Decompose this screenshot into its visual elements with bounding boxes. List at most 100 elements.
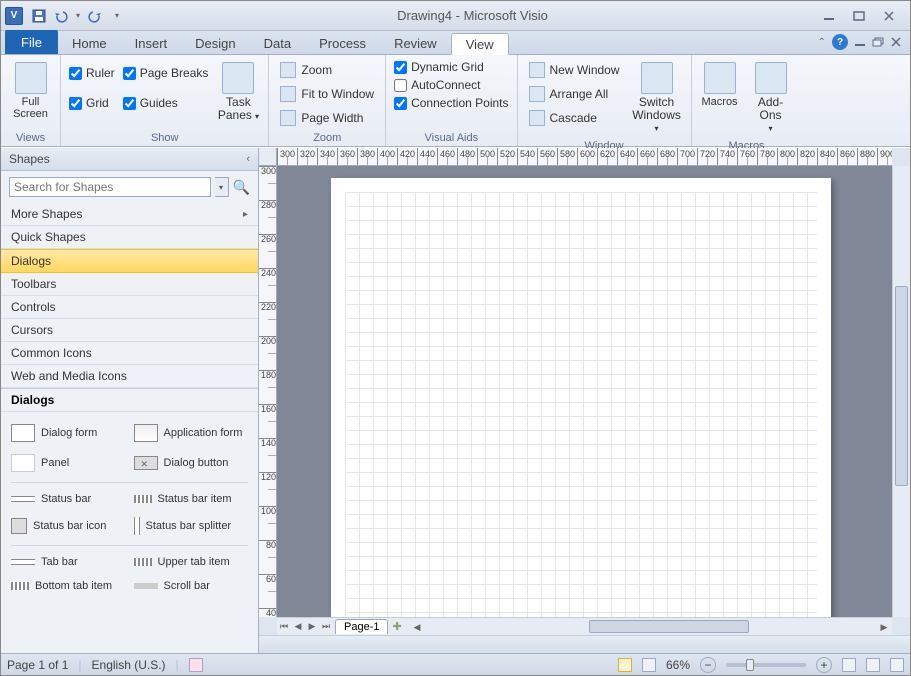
hscroll-left-icon[interactable]: ◀ (409, 618, 425, 636)
drawing-page[interactable] (331, 178, 831, 617)
stencil-more-shapes[interactable]: More Shapes (1, 203, 258, 226)
minimize-button[interactable] (818, 8, 840, 24)
ribbon-group-macros: Macros Add-Ons▾ Macros (692, 55, 802, 146)
stencil-common-icons[interactable]: Common Icons (1, 342, 258, 365)
stencil-cursors[interactable]: Cursors (1, 319, 258, 342)
shape-upper-tab-item[interactable]: Upper tab item (130, 550, 253, 574)
cascade-button[interactable]: Cascade (524, 107, 625, 129)
zoom-button[interactable]: Zoom (275, 59, 379, 81)
hscroll-right-icon[interactable]: ▶ (876, 618, 892, 636)
redo-icon[interactable] (85, 6, 105, 26)
task-panes-button[interactable]: Task Panes ▾ (214, 59, 262, 126)
vscroll-thumb[interactable] (895, 286, 908, 486)
dynamic-grid-checkbox[interactable]: Dynamic Grid (392, 59, 510, 75)
grid-checkbox[interactable]: Grid (67, 95, 117, 111)
shape-dialog-form[interactable]: Dialog form (7, 418, 130, 448)
shape-status-bar-splitter[interactable]: Status bar splitter (130, 511, 253, 541)
zoom-level[interactable]: 66% (666, 658, 690, 672)
horizontal-scrollbar[interactable]: ◀ ▶ (409, 617, 892, 635)
file-tab[interactable]: File (5, 30, 58, 54)
shape-dialog-button[interactable]: ✕Dialog button (130, 448, 253, 478)
stencil-dialogs[interactable]: Dialogs (1, 249, 258, 273)
help-icon[interactable]: ? (832, 34, 848, 50)
page-nav-first-icon[interactable]: ⏮ (277, 621, 291, 632)
macro-recorder-icon[interactable] (189, 658, 203, 672)
page-breaks-checkbox[interactable]: Page Breaks (121, 65, 211, 81)
qat-customize-icon[interactable]: ▾ (107, 6, 127, 26)
page-tab-1[interactable]: Page-1 (335, 619, 388, 634)
page-nav-next-icon[interactable]: ▶ (305, 621, 319, 632)
mdi-close-icon[interactable] (890, 37, 902, 47)
zoom-out-button[interactable]: − (700, 657, 716, 673)
autoconnect-checkbox[interactable]: AutoConnect (392, 77, 510, 93)
shape-status-bar-item[interactable]: Status bar item (130, 487, 253, 511)
arrange-all-icon (529, 86, 545, 102)
shape-status-bar-icon[interactable]: Status bar icon (7, 511, 130, 541)
drawing-surface[interactable] (277, 166, 892, 617)
tab-process[interactable]: Process (305, 32, 380, 54)
search-dropdown-icon[interactable]: ▾ (215, 177, 229, 197)
page-nav-last-icon[interactable]: ⏭ (319, 621, 333, 632)
shape-application-form[interactable]: Application form (130, 418, 253, 448)
vertical-ruler[interactable]: 300280260240220200180160140120100806040 (259, 166, 277, 617)
shapes-search-input[interactable] (9, 177, 211, 197)
mdi-restore-icon[interactable] (872, 37, 884, 47)
zoom-in-button[interactable]: + (816, 657, 832, 673)
zoom-slider-thumb[interactable] (746, 659, 754, 671)
pan-zoom-icon[interactable] (866, 658, 880, 672)
vertical-scrollbar[interactable] (892, 166, 910, 617)
undo-icon[interactable] (51, 6, 71, 26)
zoom-slider[interactable] (726, 663, 806, 667)
connection-points-checkbox[interactable]: Connection Points (392, 95, 510, 111)
canvas-area: 3003203403603804004204404604805005205405… (259, 148, 910, 653)
page-view-icon[interactable] (642, 658, 656, 672)
tab-review[interactable]: Review (380, 32, 451, 54)
macros-button[interactable]: Macros (698, 59, 742, 111)
full-screen-button[interactable]: Full Screen (7, 59, 54, 123)
page-width-button[interactable]: Page Width (275, 107, 379, 129)
save-icon[interactable] (29, 6, 49, 26)
fit-to-window-button[interactable]: Fit to Window (275, 83, 379, 105)
tab-data[interactable]: Data (250, 32, 305, 54)
stencil-web-media-icons[interactable]: Web and Media Icons (1, 365, 258, 388)
stencil-controls[interactable]: Controls (1, 296, 258, 319)
tab-insert[interactable]: Insert (121, 32, 182, 54)
ribbon-minimize-icon[interactable]: ⌃ (818, 37, 826, 48)
mdi-minimize-icon[interactable] (854, 37, 866, 47)
tab-home[interactable]: Home (58, 32, 121, 54)
stencil-quick-shapes[interactable]: Quick Shapes (1, 226, 258, 249)
stencil-toolbars[interactable]: Toolbars (1, 273, 258, 296)
maximize-button[interactable] (848, 8, 870, 24)
app-icon[interactable]: V (5, 7, 23, 25)
ruler-checkbox[interactable]: Ruler (67, 65, 117, 81)
guides-checkbox[interactable]: Guides (121, 95, 211, 111)
full-screen-status-icon[interactable] (890, 658, 904, 672)
status-language[interactable]: English (U.S.) (92, 658, 166, 672)
shapes-list: Dialog form Application form Panel ✕Dial… (1, 412, 258, 653)
fit-page-icon[interactable] (842, 658, 856, 672)
add-page-icon[interactable]: ✚ (392, 620, 401, 633)
tab-design[interactable]: Design (181, 32, 249, 54)
shape-tab-bar[interactable]: Tab bar (7, 550, 130, 574)
shape-status-bar[interactable]: Status bar (7, 487, 130, 511)
collapse-icon[interactable]: ‹ (246, 153, 250, 165)
presentation-mode-icon[interactable] (618, 658, 632, 672)
shape-panel[interactable]: Panel (7, 448, 130, 478)
arrange-all-button[interactable]: Arrange All (524, 83, 625, 105)
page-width-icon (280, 110, 296, 126)
close-button[interactable] (878, 8, 900, 24)
horizontal-ruler[interactable]: 3003203403603804004204404604805005205405… (277, 148, 892, 166)
switch-windows-button[interactable]: Switch Windows ▾ (629, 59, 685, 138)
page-nav-prev-icon[interactable]: ◀ (291, 621, 305, 632)
new-window-button[interactable]: New Window (524, 59, 625, 81)
ribbon-group-show: Ruler Grid Page Breaks Guides Task Panes… (61, 55, 269, 146)
hscroll-thumb[interactable] (589, 620, 749, 633)
search-go-icon[interactable]: 🔍 (233, 179, 250, 196)
shape-bottom-tab-item[interactable]: Bottom tab item (7, 574, 130, 598)
main-area: Shapes ‹ ▾ 🔍 More Shapes Quick Shapes Di… (1, 148, 910, 653)
undo-dropdown-icon[interactable]: ▾ (73, 6, 83, 26)
addons-button[interactable]: Add-Ons▾ (746, 59, 796, 138)
group-label-show: Show (67, 130, 262, 144)
shape-scroll-bar[interactable]: Scroll bar (130, 574, 253, 598)
tab-view[interactable]: View (451, 33, 509, 55)
